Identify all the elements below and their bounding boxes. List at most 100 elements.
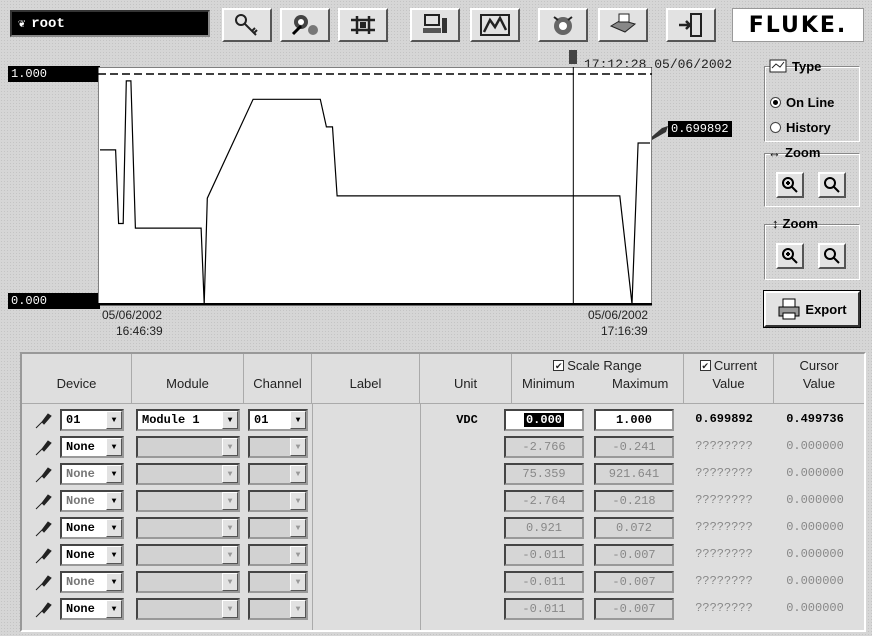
- scale-maximum-input[interactable]: 0.072: [594, 517, 674, 539]
- exit-button[interactable]: [666, 8, 716, 42]
- online-radio[interactable]: On Line: [770, 95, 834, 110]
- device-select[interactable]: None ▼: [60, 598, 124, 620]
- channel-select[interactable]: 01 ▼: [248, 409, 308, 431]
- device-select-value: None: [66, 521, 95, 535]
- dropdown-arrow-icon[interactable]: ▼: [290, 465, 306, 483]
- module-select[interactable]: ▼: [136, 544, 240, 566]
- zoom-out-icon: [824, 177, 840, 193]
- dropdown-arrow-icon[interactable]: ▼: [106, 573, 122, 591]
- dropdown-arrow-icon[interactable]: ▼: [222, 546, 238, 564]
- online-radio-dot[interactable]: [770, 97, 781, 108]
- module-select[interactable]: ▼: [136, 463, 240, 485]
- scale-minimum-input[interactable]: 75.359: [504, 463, 584, 485]
- history-radio[interactable]: History: [770, 120, 831, 135]
- module-select[interactable]: ▼: [136, 571, 240, 593]
- channel-select[interactable]: ▼: [248, 598, 308, 620]
- header-cursor-value-label: Value: [802, 376, 836, 391]
- dropdown-arrow-icon[interactable]: ▼: [290, 600, 306, 618]
- table-row: None ▼ ▼ ▼ 0.921 0.072 ???????? 0.000000: [22, 516, 864, 540]
- scale-maximum-input[interactable]: 1.000: [594, 409, 674, 431]
- module-select[interactable]: ▼: [136, 517, 240, 539]
- scale-maximum-text: 0.072: [615, 521, 652, 535]
- channel-select[interactable]: ▼: [248, 490, 308, 512]
- scale-maximum-input[interactable]: -0.241: [594, 436, 674, 458]
- printer-icon: [778, 298, 800, 320]
- dropdown-arrow-icon[interactable]: ▼: [290, 573, 306, 591]
- plot-area[interactable]: [98, 67, 652, 307]
- device-select[interactable]: None ▼: [60, 490, 124, 512]
- vertical-zoom-out-button[interactable]: [818, 243, 846, 269]
- module-select[interactable]: ▼: [136, 490, 240, 512]
- header-channel: Channel: [244, 354, 312, 404]
- current-value: ????????: [695, 601, 753, 615]
- computer-button[interactable]: [410, 8, 460, 42]
- network-button[interactable]: [338, 8, 388, 42]
- header-module: Module: [132, 354, 244, 404]
- dropdown-arrow-icon[interactable]: ▼: [290, 492, 306, 510]
- trend-button[interactable]: [470, 8, 520, 42]
- scale-minimum-input[interactable]: 0.000: [504, 409, 584, 431]
- dropdown-arrow-icon[interactable]: ▼: [106, 438, 122, 456]
- device-select[interactable]: None ▼: [60, 571, 124, 593]
- scale-maximum-input[interactable]: -0.007: [594, 544, 674, 566]
- dropdown-arrow-icon[interactable]: ▼: [106, 546, 122, 564]
- dropdown-arrow-icon[interactable]: ▼: [290, 546, 306, 564]
- scale-range-checkbox[interactable]: ✔: [553, 360, 565, 371]
- trend-chart[interactable]: 1.000 0.000 17:12:28 05/06/2002 0.699892…: [8, 50, 750, 350]
- channel-select[interactable]: ▼: [248, 571, 308, 593]
- horizontal-zoom-out-button[interactable]: [818, 172, 846, 198]
- device-select[interactable]: None ▼: [60, 463, 124, 485]
- current-value-checkbox[interactable]: ✔: [699, 360, 711, 371]
- dropdown-arrow-icon[interactable]: ▼: [222, 411, 238, 429]
- device-select[interactable]: None ▼: [60, 517, 124, 539]
- print-button[interactable]: [598, 8, 648, 42]
- dropdown-arrow-icon[interactable]: ▼: [290, 411, 306, 429]
- dropdown-arrow-icon[interactable]: ▼: [106, 411, 122, 429]
- device-select[interactable]: 01 ▼: [60, 409, 124, 431]
- header-module-label: Module: [166, 376, 209, 391]
- scale-minimum-input[interactable]: -0.011: [504, 598, 584, 620]
- export-label: Export: [805, 301, 847, 317]
- dropdown-arrow-icon[interactable]: ▼: [290, 519, 306, 537]
- export-button[interactable]: Export: [763, 290, 861, 328]
- unit-value: VDC: [456, 413, 478, 427]
- channel-select[interactable]: ▼: [248, 436, 308, 458]
- module-select[interactable]: ▼: [136, 436, 240, 458]
- scale-minimum-input[interactable]: -2.764: [504, 490, 584, 512]
- dropdown-arrow-icon[interactable]: ▼: [222, 438, 238, 456]
- module-select[interactable]: Module 1 ▼: [136, 409, 240, 431]
- dropdown-arrow-icon[interactable]: ▼: [222, 573, 238, 591]
- scale-minimum-input[interactable]: -2.766: [504, 436, 584, 458]
- keys-button[interactable]: [222, 8, 272, 42]
- dropdown-arrow-icon[interactable]: ▼: [290, 438, 306, 456]
- module-select[interactable]: ▼: [136, 598, 240, 620]
- scale-maximum-input[interactable]: -0.007: [594, 598, 674, 620]
- channel-select[interactable]: ▼: [248, 544, 308, 566]
- scale-maximum-input[interactable]: 921.641: [594, 463, 674, 485]
- channel-select[interactable]: ▼: [248, 517, 308, 539]
- end-date: 05/06/2002: [588, 308, 649, 322]
- dropdown-arrow-icon[interactable]: ▼: [106, 492, 122, 510]
- alarm-button[interactable]: [538, 8, 588, 42]
- dropdown-arrow-icon[interactable]: ▼: [106, 465, 122, 483]
- vertical-zoom-in-button[interactable]: [776, 243, 804, 269]
- cursor-handle[interactable]: [569, 50, 577, 64]
- scale-minimum-input[interactable]: 0.921: [504, 517, 584, 539]
- channel-select[interactable]: ▼: [248, 463, 308, 485]
- scale-minimum-input[interactable]: -0.011: [504, 544, 584, 566]
- dropdown-arrow-icon[interactable]: ▼: [106, 519, 122, 537]
- device-select[interactable]: None ▼: [60, 436, 124, 458]
- tools-button[interactable]: [280, 8, 330, 42]
- history-radio-dot[interactable]: [770, 122, 781, 133]
- dropdown-arrow-icon[interactable]: ▼: [106, 600, 122, 618]
- dropdown-arrow-icon[interactable]: ▼: [222, 465, 238, 483]
- dropdown-arrow-icon[interactable]: ▼: [222, 600, 238, 618]
- device-select[interactable]: None ▼: [60, 544, 124, 566]
- scale-minimum-input[interactable]: -0.011: [504, 571, 584, 593]
- scale-maximum-input[interactable]: -0.218: [594, 490, 674, 512]
- zoom-out-icon: [824, 248, 840, 264]
- dropdown-arrow-icon[interactable]: ▼: [222, 519, 238, 537]
- horizontal-zoom-in-button[interactable]: [776, 172, 804, 198]
- dropdown-arrow-icon[interactable]: ▼: [222, 492, 238, 510]
- scale-maximum-input[interactable]: -0.007: [594, 571, 674, 593]
